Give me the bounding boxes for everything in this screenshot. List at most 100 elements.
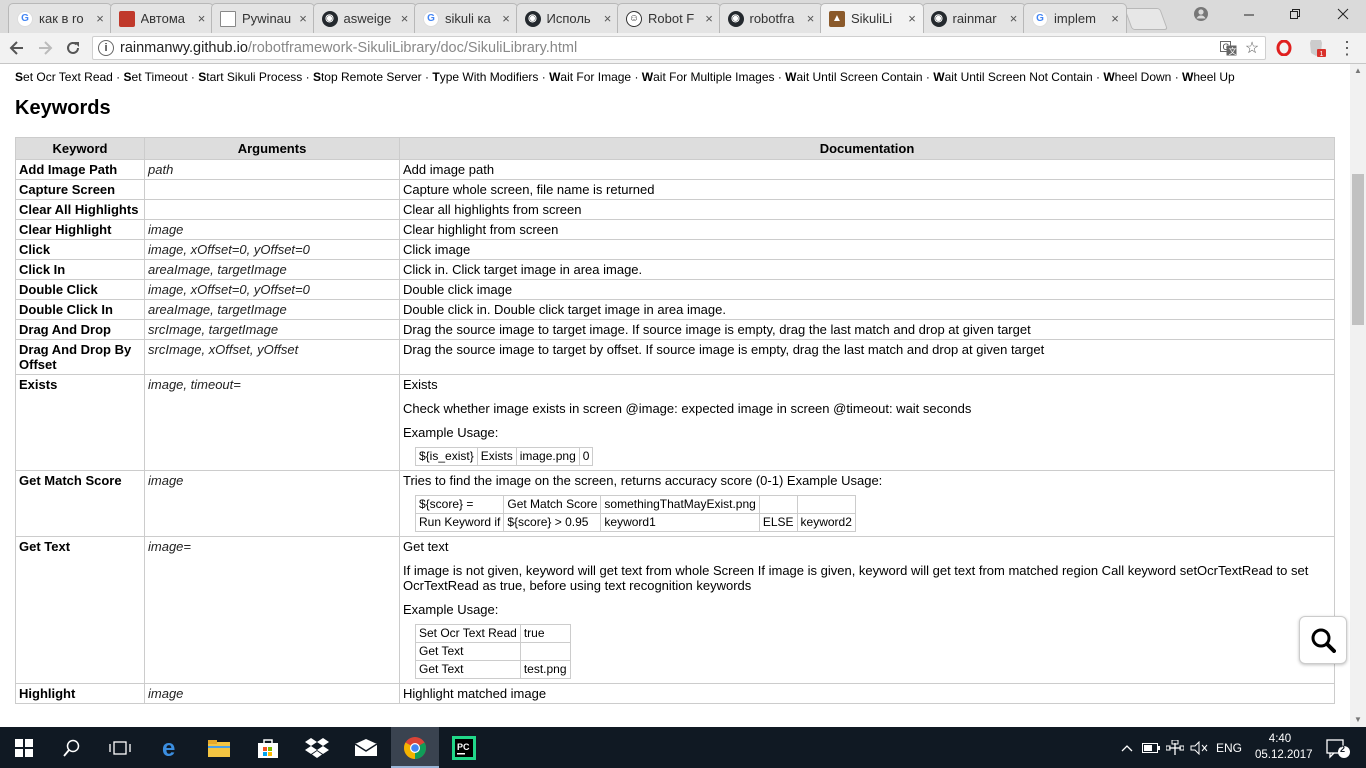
browser-tab[interactable]: Pywinau × [211,3,315,33]
example-cell: true [519,624,571,643]
clock[interactable]: 4:40 05.12.2017 [1255,731,1313,763]
profile-icon[interactable] [1178,0,1224,28]
doc-paragraph: Click in. Click target image in area ima… [403,262,643,277]
table-row: Double Click In areaImage, targetImage Dou… [15,299,1335,320]
example-row: Set Ocr Text Read true [415,624,571,643]
example-cell: 0 [578,447,594,466]
file-explorer-icon[interactable] [195,727,243,768]
tab-close-icon[interactable]: × [804,11,818,26]
notifications-button[interactable]: 2 [1318,727,1358,768]
network-icon[interactable] [1164,727,1186,768]
tab-close-icon[interactable]: × [296,11,310,26]
url-path: /robotframework-SikuliLibrary/doc/Sikuli… [247,40,578,56]
browser-tab[interactable]: Gimplem × [1023,3,1127,33]
tab-close-icon[interactable]: × [93,11,107,26]
close-window-button[interactable] [1320,0,1366,28]
start-button[interactable] [0,727,48,768]
browser-tab[interactable]: ▲ SikuliLi × [820,3,924,33]
page-scrollbar[interactable]: ▲ ▼ [1350,64,1366,727]
task-view-icon[interactable] [96,727,144,768]
site-info-icon[interactable]: i [98,40,114,56]
keyword-arguments: image, xOffset=0, yOffset=0 [144,279,400,300]
keyword-arguments: areaImage, targetImage [144,299,400,320]
keywords-table: Keyword Arguments Documentation Add Imag… [15,137,1335,704]
opera-icon[interactable] [1273,37,1295,59]
reload-button[interactable] [62,37,84,59]
clock-time: 4:40 [1268,733,1292,745]
tab-close-icon[interactable]: × [1007,11,1021,26]
tab-close-icon[interactable]: × [702,11,716,26]
table-row: Click In areaImage, targetImage Click in. … [15,259,1335,280]
tab-label: Автома [140,11,186,26]
dropbox-icon[interactable] [293,727,341,768]
windows-taskbar: e PC ENG 4:40 05.12.2017 2 [0,727,1366,768]
search-taskbar-icon[interactable] [48,727,96,768]
shortcut-link[interactable]: Wait For Multiple Images [642,70,775,84]
tab-close-icon[interactable]: × [601,11,615,26]
battery-icon[interactable] [1140,727,1162,768]
new-tab-button[interactable] [1123,8,1169,30]
show-hidden-icons-icon[interactable] [1118,727,1136,768]
browser-tab[interactable]: Gкак в ro × [8,3,112,33]
tab-close-icon[interactable]: × [1108,11,1122,26]
tab-close-icon[interactable]: × [499,11,513,26]
keyword-name: Capture Screen [15,179,145,200]
shortcut-link[interactable]: Wait Until Screen Not Contain [933,70,1092,84]
doc-paragraph: Tries to find the image on the screen, r… [403,473,883,488]
restore-button[interactable] [1272,0,1318,28]
shortcut-link[interactable]: Wheel Down [1103,70,1171,84]
example-cell: Run Keyword if [414,513,505,532]
browser-tab[interactable]: ◉ Исполь × [515,3,620,33]
browser-tab[interactable]: Gsikuli ка × [414,3,518,33]
tab-close-icon[interactable]: × [905,11,919,26]
shortcut-link[interactable]: Set Timeout [124,70,188,84]
scrollbar-thumb[interactable] [1352,174,1364,325]
doc-paragraph: Example Usage: [403,425,499,440]
minimize-button[interactable] [1226,0,1272,28]
tab-close-icon[interactable]: × [195,11,209,26]
browser-tab[interactable]: ◉ rainmar × [921,3,1026,33]
search-icon [1311,628,1336,653]
browser-tab[interactable]: Автома × [109,3,214,33]
back-button[interactable] [6,37,28,59]
search-button[interactable] [1299,616,1347,664]
tab-close-icon[interactable]: × [398,11,412,26]
language-indicator[interactable]: ENG [1212,727,1246,768]
store-icon[interactable] [244,727,292,768]
volume-muted-icon[interactable] [1188,727,1210,768]
browser-tab[interactable]: ☺ Robot F × [617,3,721,33]
keyword-documentation: Drag the source image to target image. I… [399,319,1335,340]
translate-icon[interactable]: G文 [1217,37,1239,59]
scroll-down-arrow-icon[interactable]: ▼ [1350,713,1366,727]
tab-label: Исполь [546,11,591,26]
address-bar[interactable]: i rainmanwy.github.io/robotframework-Sik… [92,36,1266,60]
shortcut-link[interactable]: Type With Modifiers [432,70,538,84]
example-cell: keyword1 [600,513,760,532]
pycharm-icon[interactable]: PC [440,727,488,768]
forward-button[interactable] [34,37,56,59]
shortcut-link[interactable]: Wait Until Screen Contain [785,70,922,84]
menu-icon[interactable]: ⋮ [1336,37,1358,59]
keyword-arguments: image [144,470,400,537]
shortcut-link[interactable]: Wait For Image [549,70,631,84]
shortcut-link[interactable]: Set Ocr Text Read [15,70,113,84]
mail-icon[interactable] [342,727,390,768]
bookmark-star-icon[interactable]: ☆ [1241,37,1263,59]
extension-shield-icon[interactable]: 1 [1306,37,1328,59]
keyword-documentation: Highlight matched image [399,683,1335,704]
edge-icon[interactable]: e [148,727,196,768]
browser-tab[interactable]: ◉ asweige × [312,3,417,33]
example-cell: ELSE [758,513,798,532]
shortcut-link[interactable]: Start Sikuli Process [198,70,302,84]
keyword-name: Clear All Highlights [15,199,145,220]
shortcut-link[interactable]: Stop Remote Server [313,70,422,84]
action-center-icon [1326,738,1350,759]
keyword-name: Get Text [15,536,145,684]
browser-tab[interactable]: ◉ robotfra × [718,3,823,33]
shortcut-link[interactable]: Wheel Up [1182,70,1235,84]
example-cell: ${is_exist} [415,447,478,466]
chrome-icon[interactable] [391,727,439,768]
github-icon: ◉ [930,10,947,27]
google-icon: G [423,10,439,27]
scroll-up-arrow-icon[interactable]: ▲ [1350,64,1366,78]
